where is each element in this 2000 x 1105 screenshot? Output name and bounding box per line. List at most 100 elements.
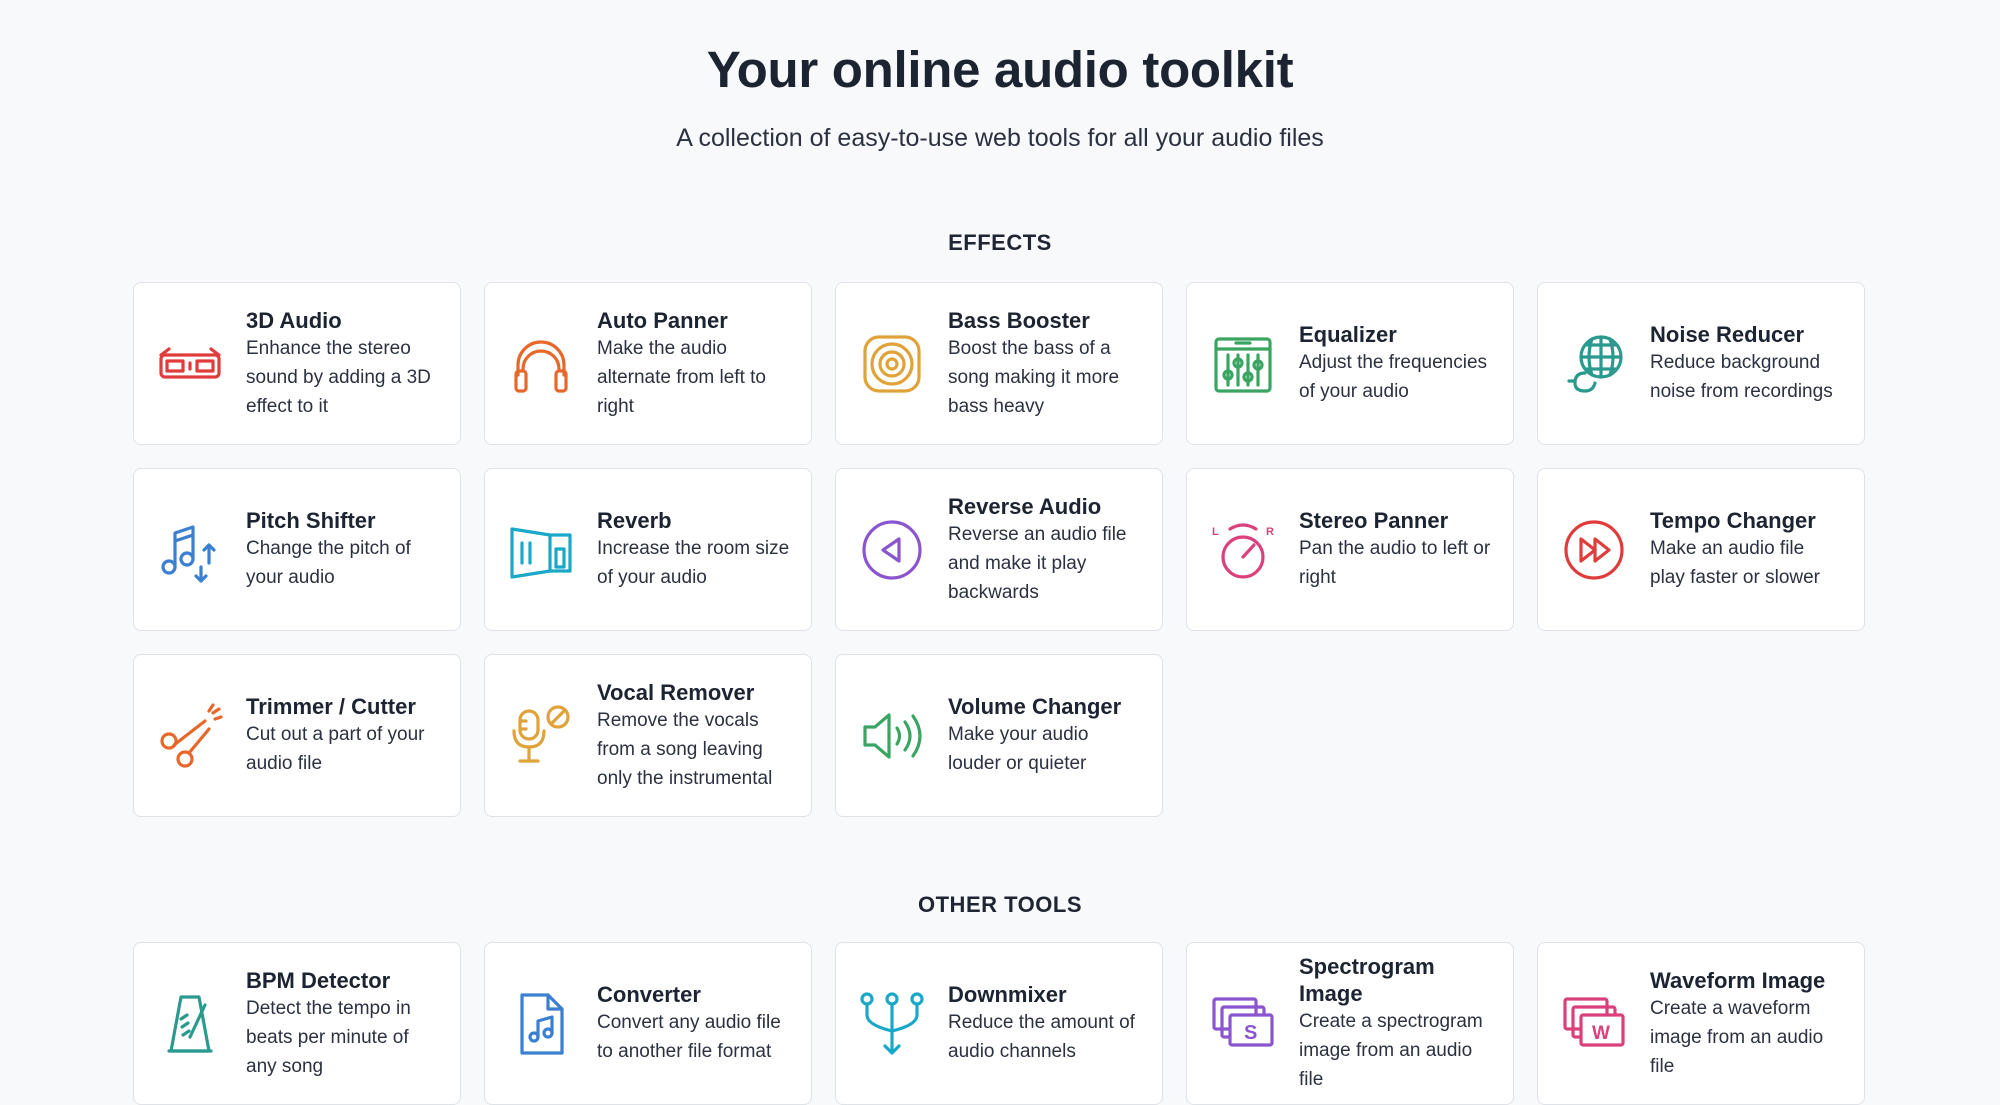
other-tools-grid: BPM Detector Detect the tempo in beats pe… — [133, 942, 1867, 1105]
tool-card-text: Reverse Audio Reverse an audio file and m… — [948, 493, 1142, 607]
room-icon — [505, 514, 577, 586]
tool-name: Reverse Audio — [948, 493, 1102, 519]
tool-name: Equalizer — [1299, 322, 1397, 347]
tool-description: Cut out a part of your audio file — [246, 724, 425, 774]
tool-card-bpm-detector[interactable]: BPM Detector Detect the tempo in beats pe… — [133, 942, 461, 1105]
tool-card-waveform-image[interactable]: W Waveform Image Create a waveform image f… — [1537, 942, 1865, 1105]
tool-card-text: Trimmer / Cutter Cut out a part of your a… — [246, 693, 440, 778]
scissors-icon — [154, 700, 226, 772]
headphones-icon — [505, 328, 577, 400]
music-note-arrows-icon — [154, 514, 226, 586]
tool-description: Make your audio louder or quieter — [948, 724, 1089, 774]
tool-description: Detect the tempo in beats per minute of … — [246, 997, 411, 1077]
tool-name: Tempo Changer — [1650, 508, 1816, 533]
tool-card-3d-audio[interactable]: 3D Audio Enhance the stereo sound by addi… — [133, 282, 461, 445]
equalizer-icon — [1207, 328, 1279, 400]
tool-name: Noise Reducer — [1650, 322, 1805, 347]
tool-card-text: Converter Convert any audio file to anoth… — [597, 981, 791, 1066]
merge-arrows-icon — [856, 988, 928, 1060]
tool-description: Reduce the amount of audio channels — [948, 1012, 1135, 1062]
tool-card-reverb[interactable]: Reverb Increase the room size of your aud… — [484, 468, 812, 631]
spectrogram-image-icon: S — [1207, 988, 1279, 1060]
tool-card-vocal-remover[interactable]: Vocal Remover Remove the vocals from a so… — [484, 654, 812, 817]
tool-card-downmixer[interactable]: Downmixer Reduce the amount of audio chan… — [835, 942, 1163, 1105]
tool-card-text: Bass Booster Boost the bass of a song mak… — [948, 307, 1142, 421]
tool-card-stereo-panner[interactable]: L R Stereo Panner Pan the audio to left or … — [1186, 468, 1514, 631]
tool-card-pitch-shifter[interactable]: Pitch Shifter Change the pitch of your au… — [133, 468, 461, 631]
svg-text:S: S — [1244, 1022, 1257, 1044]
waveform-image-icon: W — [1558, 988, 1630, 1060]
tool-card-text: Vocal Remover Remove the vocals from a so… — [597, 679, 791, 793]
globe-microphone-icon — [1558, 328, 1630, 400]
tool-description: Adjust the frequencies of your audio — [1299, 352, 1488, 402]
volume-icon — [856, 700, 928, 772]
tool-card-converter[interactable]: Converter Convert any audio file to anoth… — [484, 942, 812, 1105]
tool-name: Bass Booster — [948, 307, 1090, 333]
section-title-other-tools: OTHER TOOLS — [918, 892, 1082, 917]
fast-forward-icon — [1558, 514, 1630, 586]
tool-card-text: Waveform Image Create a waveform image fr… — [1650, 967, 1844, 1081]
tool-description: Pan the audio to left or right — [1299, 538, 1491, 588]
tool-name: Auto Panner — [597, 307, 728, 333]
no-microphone-icon — [505, 700, 577, 772]
tool-name: Waveform Image — [1650, 967, 1826, 993]
reverse-play-icon — [856, 514, 928, 586]
tool-card-tempo-changer[interactable]: Tempo Changer Make an audio file play fas… — [1537, 468, 1865, 631]
tool-card-bass-booster[interactable]: Bass Booster Boost the bass of a song mak… — [835, 282, 1163, 445]
tool-card-text: Downmixer Reduce the amount of audio chan… — [948, 981, 1142, 1066]
tool-name: Trimmer / Cutter — [246, 694, 416, 719]
tool-card-text: BPM Detector Detect the tempo in beats pe… — [246, 967, 440, 1081]
pan-knob-icon: LR — [1207, 514, 1279, 586]
tool-description: Reverse an audio file and make it play b… — [948, 523, 1127, 603]
tool-card-reverse-audio[interactable]: Reverse Audio Reverse an audio file and m… — [835, 468, 1163, 631]
tool-name: Stereo Panner — [1299, 508, 1449, 533]
tool-name: Pitch Shifter — [246, 508, 376, 533]
tool-name: Volume Changer — [948, 694, 1122, 719]
page: Your online audio toolkit A collection o… — [0, 0, 2000, 1105]
tool-description: Create a spectrogram image from an audio… — [1299, 1011, 1483, 1090]
tool-card-text: Stereo Panner Pan the audio to left or ri… — [1299, 507, 1493, 592]
svg-text:W: W — [1592, 1023, 1610, 1044]
tool-card-noise-reducer[interactable]: Noise Reducer Reduce background noise fro… — [1537, 282, 1865, 445]
tool-name: 3D Audio — [246, 307, 342, 333]
tool-card-text: Volume Changer Make your audio louder or … — [948, 693, 1142, 778]
tool-description: Enhance the stereo sound by adding a 3D … — [246, 337, 431, 417]
tool-card-text: Pitch Shifter Change the pitch of your au… — [246, 507, 440, 592]
tool-name: Spectrogram Image — [1299, 954, 1435, 1006]
section-title-effects: EFFECTS — [948, 230, 1052, 255]
tool-name: Downmixer — [948, 982, 1067, 1007]
metronome-icon — [154, 988, 226, 1060]
tool-card-text: Reverb Increase the room size of your aud… — [597, 507, 791, 592]
3d-glasses-icon — [154, 328, 226, 400]
svg-text:R: R — [1266, 526, 1274, 538]
tool-card-text: Equalizer Adjust the frequencies of your … — [1299, 321, 1493, 406]
tool-description: Make an audio file play faster or slower — [1650, 538, 1821, 588]
tool-card-text: Spectrogram Image Create a spectrogram im… — [1299, 953, 1493, 1094]
tool-name: BPM Detector — [246, 967, 391, 993]
effects-grid: 3D Audio Enhance the stereo sound by addi… — [133, 282, 1867, 817]
audio-file-icon — [505, 988, 577, 1060]
tool-card-text: Noise Reducer Reduce background noise fro… — [1650, 321, 1844, 406]
tool-card-spectrogram-image[interactable]: S Spectrogram Image Create a spectrogram i… — [1186, 942, 1514, 1105]
tool-description: Create a waveform image from an audio fi… — [1650, 997, 1824, 1077]
tool-card-text: 3D Audio Enhance the stereo sound by addi… — [246, 307, 440, 421]
tool-description: Reduce background noise from recordings — [1650, 352, 1833, 402]
tool-description: Change the pitch of your audio — [246, 538, 411, 588]
page-title: Your online audio toolkit — [706, 41, 1294, 98]
tool-card-text: Auto Panner Make the audio alternate from… — [597, 307, 791, 421]
tool-name: Vocal Remover — [597, 679, 755, 705]
tool-description: Boost the bass of a song making it more … — [948, 337, 1120, 417]
tool-name: Reverb — [597, 508, 672, 533]
tool-description: Make the audio alternate from left to ri… — [597, 337, 766, 417]
tool-card-trimmer-cutter[interactable]: Trimmer / Cutter Cut out a part of your a… — [133, 654, 461, 817]
speaker-icon — [856, 328, 928, 400]
tool-card-text: Tempo Changer Make an audio file play fas… — [1650, 507, 1844, 592]
tool-description: Remove the vocals from a song leaving on… — [597, 709, 773, 789]
tool-card-equalizer[interactable]: Equalizer Adjust the frequencies of your … — [1186, 282, 1514, 445]
tool-card-volume-changer[interactable]: Volume Changer Make your audio louder or … — [835, 654, 1163, 817]
tool-description: Convert any audio file to another file f… — [597, 1012, 781, 1062]
tool-card-auto-panner[interactable]: Auto Panner Make the audio alternate from… — [484, 282, 812, 445]
tool-description: Increase the room size of your audio — [597, 538, 790, 588]
svg-text:L: L — [1212, 526, 1219, 538]
tool-name: Converter — [597, 982, 701, 1007]
